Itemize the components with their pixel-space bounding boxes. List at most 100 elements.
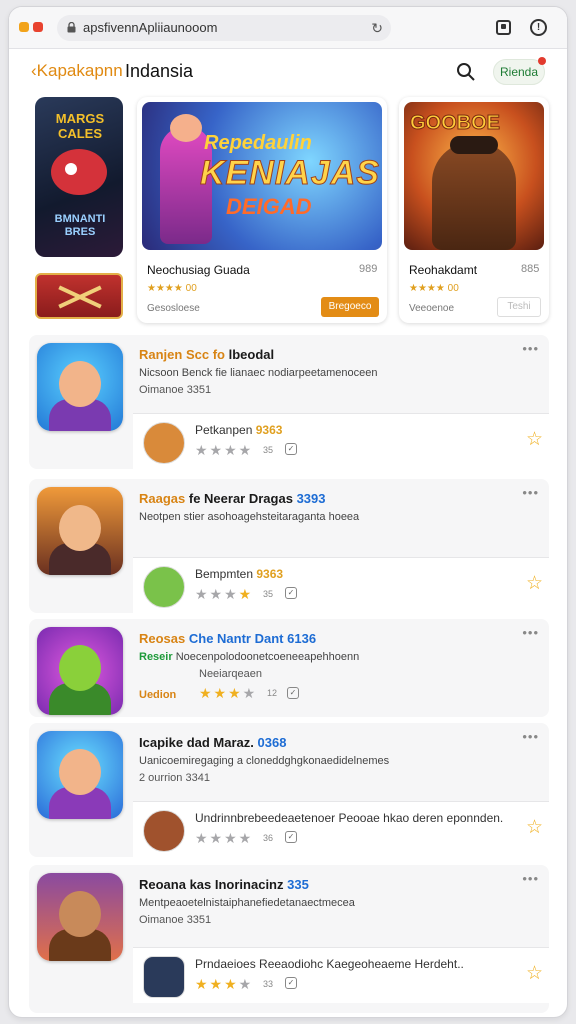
check-icon[interactable]: ✓ bbox=[285, 587, 297, 599]
card-subtitle: Gesosloese bbox=[147, 303, 200, 314]
sub-row[interactable]: Prndaeioes Reeaodiohc Kaegeoheaeme Herde… bbox=[133, 947, 549, 1003]
item-title: Reosas Che Nantr Dant 6136 bbox=[139, 631, 317, 646]
search-icon[interactable] bbox=[455, 61, 477, 83]
notification-dot bbox=[538, 57, 546, 65]
rating-count: 12 bbox=[267, 688, 278, 698]
favorite-star-icon[interactable]: ☆ bbox=[526, 816, 543, 839]
swords-thumbnail[interactable] bbox=[35, 273, 123, 319]
item-description: Uanicoemiregaging a cloneddghgkonaedidel… bbox=[139, 755, 390, 767]
sub-row[interactable]: Bempmten 9363 ★★★★ 35 ✓ ☆ bbox=[133, 557, 549, 613]
sub-row[interactable]: Petkanpen 9363 ★★★★ 35 ✓ ☆ bbox=[133, 413, 549, 469]
friends-button[interactable]: Rienda bbox=[493, 57, 546, 85]
back-button[interactable]: ‹Kapakapnn bbox=[31, 61, 123, 81]
star-rating: ★★★★ bbox=[195, 830, 254, 846]
featured-card[interactable]: GOOBOE Reohakdamt 885 ★★★★ 00 Veeoenoe T… bbox=[399, 97, 549, 323]
info-icon[interactable]: ! bbox=[530, 19, 547, 36]
side-cover-subtitle: BMNANTI BRES bbox=[54, 213, 106, 238]
check-icon[interactable]: ✓ bbox=[287, 687, 299, 699]
list-item[interactable]: Reosas Che Nantr Dant 6136 Reseir Noecen… bbox=[29, 619, 549, 717]
list-item[interactable]: Raagas fe Neerar Dragas 3393 Neotpen sti… bbox=[29, 479, 549, 613]
close-dot[interactable] bbox=[33, 22, 43, 32]
banner-line-3: DEIGAD bbox=[226, 194, 312, 219]
check-icon[interactable]: ✓ bbox=[285, 443, 297, 455]
bird-artwork bbox=[51, 149, 107, 195]
rating-count: 35 bbox=[263, 445, 274, 455]
sub-title: Bempmten 9363 bbox=[195, 567, 284, 581]
item-title: Ranjen Scc fo lbeodal bbox=[139, 347, 275, 362]
item-meta: 2 ourrion 3341 bbox=[139, 772, 210, 784]
more-options-icon[interactable]: ••• bbox=[522, 485, 539, 500]
favorite-star-icon[interactable]: ☆ bbox=[526, 962, 543, 985]
app-header: ‹Kapakapnn Indansia Rienda bbox=[9, 49, 567, 97]
game-icon[interactable] bbox=[37, 873, 123, 961]
star-rating: ★★★★ bbox=[195, 976, 254, 992]
banner-line-2: KENIAJAS bbox=[200, 154, 380, 193]
tabs-icon[interactable] bbox=[496, 20, 511, 35]
favorite-star-icon[interactable]: ☆ bbox=[526, 428, 543, 451]
more-options-icon[interactable]: ••• bbox=[522, 625, 539, 640]
more-options-icon[interactable]: ••• bbox=[522, 729, 539, 744]
character-artwork bbox=[432, 136, 516, 250]
back-label: Kapakapnn bbox=[36, 61, 123, 80]
item-description: Reseir Noecenpolodoonetcoeneeapehhoenn bbox=[139, 651, 360, 663]
item-title: Raagas fe Neerar Dragas 3393 bbox=[139, 491, 326, 506]
list-item[interactable]: Ranjen Scc fo lbeodal Nicsoon Benck fie … bbox=[29, 335, 549, 469]
more-options-icon[interactable]: ••• bbox=[522, 341, 539, 356]
featured-banner: GOOBOE bbox=[404, 102, 544, 250]
sub-title: Undrinnbrebeedeaetenoer Peooae hkao dere… bbox=[195, 811, 504, 825]
star-rating: ★★★★ bbox=[195, 442, 254, 458]
secondary-button[interactable]: Teshi bbox=[497, 297, 541, 317]
address-text: apsfivennApliiaunooom bbox=[83, 20, 218, 35]
star-rating: ★★★★ bbox=[195, 586, 254, 602]
card-subtitle: Veeoenoe bbox=[409, 303, 455, 314]
check-icon[interactable]: ✓ bbox=[285, 977, 297, 989]
friends-label: Rienda bbox=[499, 65, 539, 79]
game-icon[interactable] bbox=[37, 731, 123, 819]
browser-toolbar: apsfivennApliiaunooom ↻ ! bbox=[9, 7, 567, 49]
card-rating: ★★★★ 00 bbox=[409, 283, 459, 294]
item-meta: Neeiarqeaen bbox=[199, 668, 262, 680]
item-description: Mentpeaoetelnistaiphanefiedetanaectmecea bbox=[139, 897, 355, 909]
side-cover-title: MARGS CALES bbox=[55, 111, 105, 141]
more-options-icon[interactable]: ••• bbox=[522, 871, 539, 886]
side-game-cover[interactable]: MARGS CALES BMNANTI BRES bbox=[35, 97, 123, 257]
item-meta: Oimanoe 3351 bbox=[139, 384, 212, 396]
item-title: Reoana kas Inorinacinz 335 bbox=[139, 877, 309, 892]
featured-card[interactable]: Repedaulin KENIAJAS DEIGAD Neochusiag Gu… bbox=[137, 97, 387, 323]
game-icon[interactable] bbox=[37, 343, 123, 431]
game-icon[interactable] bbox=[37, 487, 123, 575]
rating-count: 33 bbox=[263, 979, 274, 989]
sub-title: Prndaeioes Reeaodiohc Kaegeoheaeme Herde… bbox=[195, 957, 464, 971]
featured-banner: Repedaulin KENIAJAS DEIGAD bbox=[142, 102, 382, 250]
star-rating: ★★★★ bbox=[199, 685, 258, 701]
favorite-star-icon[interactable]: ☆ bbox=[526, 572, 543, 595]
item-description: Nicsoon Benck fie lianaec nodiarpeetamen… bbox=[139, 367, 378, 379]
card-title: Neochusiag Guada bbox=[147, 263, 250, 277]
avatar bbox=[143, 956, 185, 998]
minimize-dot[interactable] bbox=[19, 22, 29, 32]
game-icon[interactable] bbox=[37, 627, 123, 715]
item-meta: Oimanoe 3351 bbox=[139, 914, 212, 926]
sub-title: Petkanpen 9363 bbox=[195, 423, 283, 437]
card-count: 885 bbox=[521, 263, 540, 275]
avatar bbox=[143, 422, 185, 464]
sub-row[interactable]: Undrinnbrebeedeaetenoer Peooae hkao dere… bbox=[133, 801, 549, 857]
item-badge: Reseir bbox=[139, 651, 173, 663]
rating-count: 35 bbox=[263, 589, 274, 599]
avatar bbox=[143, 810, 185, 852]
list-item[interactable]: Icapike dad Maraz. 0368 Uanicoemiregagin… bbox=[29, 723, 549, 857]
item-title: Icapike dad Maraz. 0368 bbox=[139, 735, 287, 750]
avatar bbox=[143, 566, 185, 608]
reload-icon[interactable]: ↻ bbox=[371, 20, 383, 37]
check-icon[interactable]: ✓ bbox=[285, 831, 297, 843]
install-button[interactable]: Bregoeco bbox=[321, 297, 379, 317]
page-title: Indansia bbox=[125, 61, 194, 81]
address-bar[interactable]: apsfivennApliiaunooom ↻ bbox=[57, 15, 391, 41]
window-controls bbox=[19, 22, 43, 32]
item-description: Neotpen stier asohoagehsteitaraganta hoe… bbox=[139, 511, 360, 523]
item-side-label: Uedion bbox=[139, 689, 177, 701]
card-rating: ★★★★ 00 bbox=[147, 283, 197, 294]
app-window: apsfivennApliiaunooom ↻ ! ‹Kapakapnn Ind… bbox=[8, 6, 568, 1018]
list-item[interactable]: Reoana kas Inorinacinz 335 Mentpeaoeteln… bbox=[29, 865, 549, 1013]
rating-count: 36 bbox=[263, 833, 274, 843]
